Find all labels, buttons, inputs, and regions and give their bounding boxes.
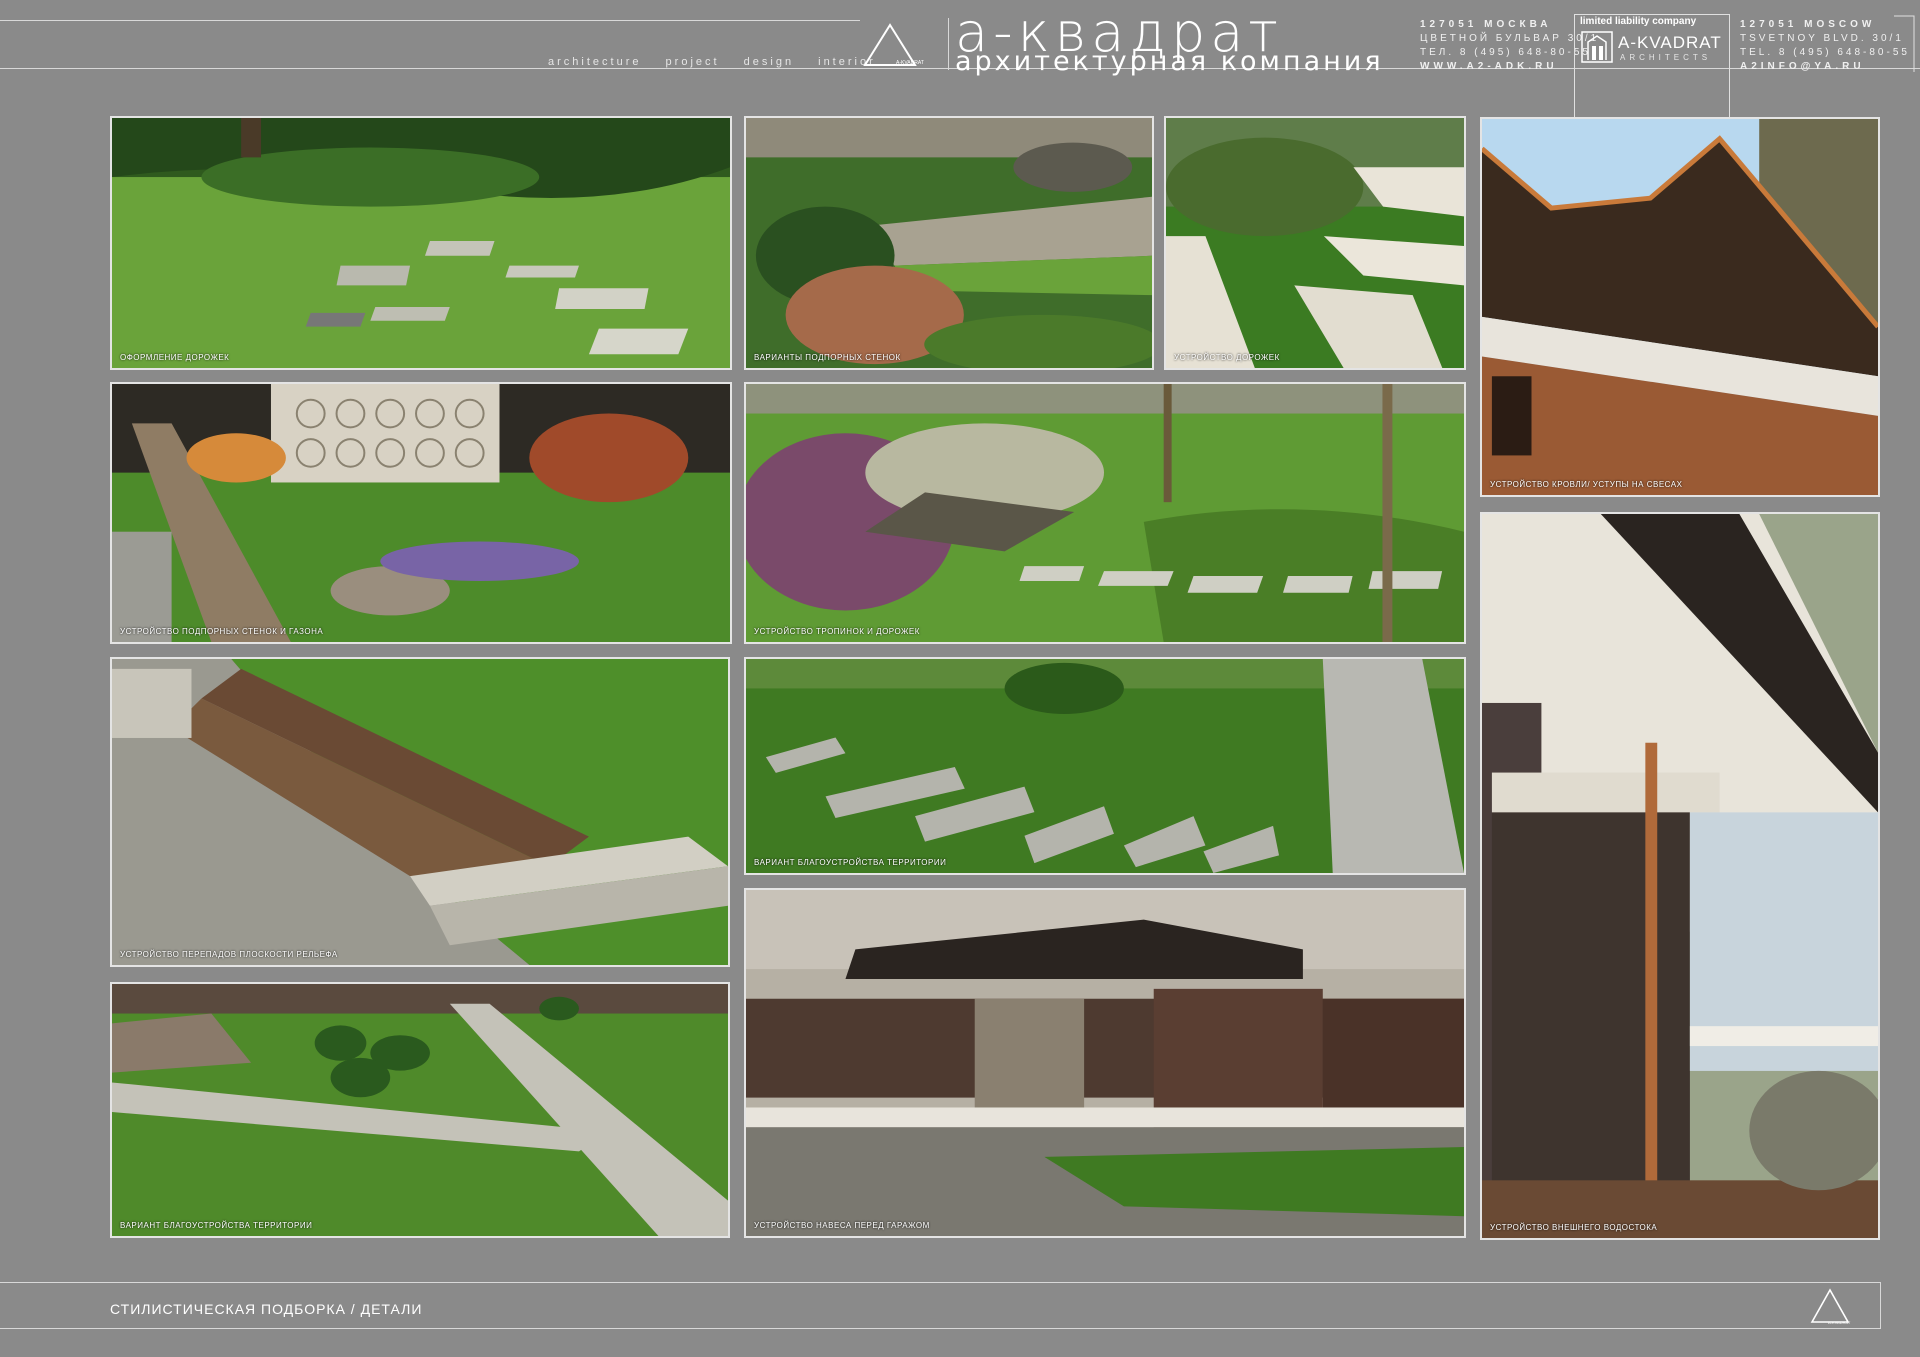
tagline-item: architecture bbox=[548, 56, 642, 68]
photo-drainpipe: УСТРОЙСТВО ВНЕШНЕГО ВОДОСТОКА bbox=[1480, 512, 1880, 1240]
photo-caption: УСТРОЙСТВО КРОВЛИ/ УСТУПЫ НА СВЕСАХ bbox=[1490, 480, 1683, 489]
photo-retaining-walls: ВАРИАНТЫ ПОДПОРНЫХ СТЕНОК bbox=[744, 116, 1154, 370]
page-footer-title: СТИЛИСТИЧЕСКАЯ ПОДБОРКА / ДЕТАЛИ bbox=[110, 1301, 423, 1317]
llc-label: limited liability company bbox=[1580, 16, 1697, 27]
address-line: 127051 MOSCOW bbox=[1740, 19, 1876, 30]
photo-roof-overhang: УСТРОЙСТВО КРОВЛИ/ УСТУПЫ НА СВЕСАХ bbox=[1480, 117, 1880, 497]
photo-stones-leaves: ВАРИАНТ БЛАГОУСТРОЙСТВА ТЕРРИТОРИИ bbox=[744, 657, 1466, 875]
photo-caption: УСТРОЙСТВО ТРОПИНОК И ДОРОЖЕК bbox=[754, 627, 920, 636]
address-line: 127051 МОСКВА bbox=[1420, 19, 1552, 30]
email-link[interactable]: A2INFO@YA.RU bbox=[1740, 60, 1910, 74]
photo-caption: ВАРИАНТ БЛАГОУСТРОЙСТВА ТЕРРИТОРИИ bbox=[120, 1221, 313, 1230]
wall-lawn-image bbox=[112, 384, 730, 642]
address-line: ТЕЛ. 8 (495) 648-80-55 bbox=[1420, 47, 1591, 58]
company-building-icon bbox=[1581, 31, 1613, 63]
address-line: TSVETNOY BLVD. 30/1 bbox=[1740, 33, 1904, 44]
tagline-item: project bbox=[665, 56, 720, 68]
drainpipe-image bbox=[1482, 514, 1878, 1238]
address-ru: 127051 МОСКВА ЦВЕТНОЙ БУЛЬВАР 30/1 ТЕЛ. … bbox=[1420, 18, 1599, 74]
photo-caption: УСТРОЙСТВО ВНЕШНЕГО ВОДОСТОКА bbox=[1490, 1223, 1658, 1232]
llc-name: A-KVADRAT bbox=[1618, 33, 1722, 52]
footer-top-line bbox=[0, 1282, 1880, 1283]
concrete-steps-image bbox=[1166, 118, 1464, 368]
page-header: architecture project design interior A-K… bbox=[0, 0, 1920, 154]
address-en: 127051 MOSCOW TSVETNOY BLVD. 30/1 TEL. 8… bbox=[1740, 18, 1910, 74]
photo-path-steps: УСТРОЙСТВО ДОРОЖЕК bbox=[1164, 116, 1466, 370]
photo-garage-canopy: УСТРОЙСТВО НАВЕСА ПЕРЕД ГАРАЖОМ bbox=[744, 888, 1466, 1238]
address-line: ЦВЕТНОЙ БУЛЬВАР 30/1 bbox=[1420, 33, 1600, 44]
photo-caption: УСТРОЙСТВО ПОДПОРНЫХ СТЕНОК И ГАЗОНА bbox=[120, 627, 324, 636]
website-link[interactable]: WWW.A2-ADK.RU bbox=[1420, 60, 1599, 74]
corner-mark-icon bbox=[1894, 15, 1915, 72]
garage-canopy-image bbox=[746, 890, 1464, 1236]
photo-garden-paths: УСТРОЙСТВО ТРОПИНОК И ДОРОЖЕК bbox=[744, 382, 1466, 644]
address-line: TEL. 8 (495) 648-80-55 bbox=[1740, 47, 1910, 58]
footer-bottom-line bbox=[0, 1328, 1880, 1329]
photo-stepping-stones: ОФОРМЛЕНИЕ ДОРОЖЕК bbox=[110, 116, 732, 370]
footer-right-line bbox=[1880, 1282, 1881, 1329]
garden-paths-image bbox=[746, 384, 1464, 642]
photo-caption: УСТРОЙСТВО НАВЕСА ПЕРЕД ГАРАЖОМ bbox=[754, 1221, 930, 1230]
photo-caption: ОФОРМЛЕНИЕ ДОРОЖЕК bbox=[120, 353, 230, 362]
logo-triangle-icon: A-KVADRAT bbox=[863, 23, 924, 66]
photo-wall-and-lawn: УСТРОЙСТВО ПОДПОРНЫХ СТЕНОК И ГАЗОНА bbox=[110, 382, 732, 644]
retaining-walls-image bbox=[746, 118, 1152, 368]
roof-overhang-image bbox=[1482, 119, 1878, 495]
photo-wooden-bench: УСТРОЙСТВО ПЕРЕПАДОВ ПЛОСКОСТИ РЕЛЬЕФА bbox=[110, 657, 730, 967]
svg-text:A-KVADRAT: A-KVADRAT bbox=[896, 60, 924, 66]
tagline: architecture project design interior bbox=[548, 56, 894, 68]
photo-caption: ВАРИАНТ БЛАГОУСТРОЙСТВА ТЕРРИТОРИИ bbox=[754, 858, 947, 867]
lawn-stones-image bbox=[112, 118, 730, 368]
photo-caption: УСТРОЙСТВО ДОРОЖЕК bbox=[1174, 353, 1280, 362]
photo-paved-path: ВАРИАНТ БЛАГОУСТРОЙСТВА ТЕРРИТОРИИ bbox=[110, 982, 730, 1238]
wooden-bench-image bbox=[112, 659, 728, 965]
footer-logo-icon: A-KVADRAT bbox=[1810, 1288, 1851, 1325]
photo-caption: ВАРИАНТЫ ПОДПОРНЫХ СТЕНОК bbox=[754, 353, 901, 362]
svg-text:A-KVADRAT: A-KVADRAT bbox=[1828, 1320, 1851, 1325]
photo-caption: УСТРОЙСТВО ПЕРЕПАДОВ ПЛОСКОСТИ РЕЛЬЕФА bbox=[120, 950, 338, 959]
paved-path-image bbox=[112, 984, 728, 1236]
llc-sub: ARCHITECTS bbox=[1620, 53, 1712, 62]
stones-leaves-image bbox=[746, 659, 1464, 873]
brand-subtitle: архитектурная компания bbox=[955, 46, 1384, 77]
tagline-item: design bbox=[743, 56, 795, 68]
